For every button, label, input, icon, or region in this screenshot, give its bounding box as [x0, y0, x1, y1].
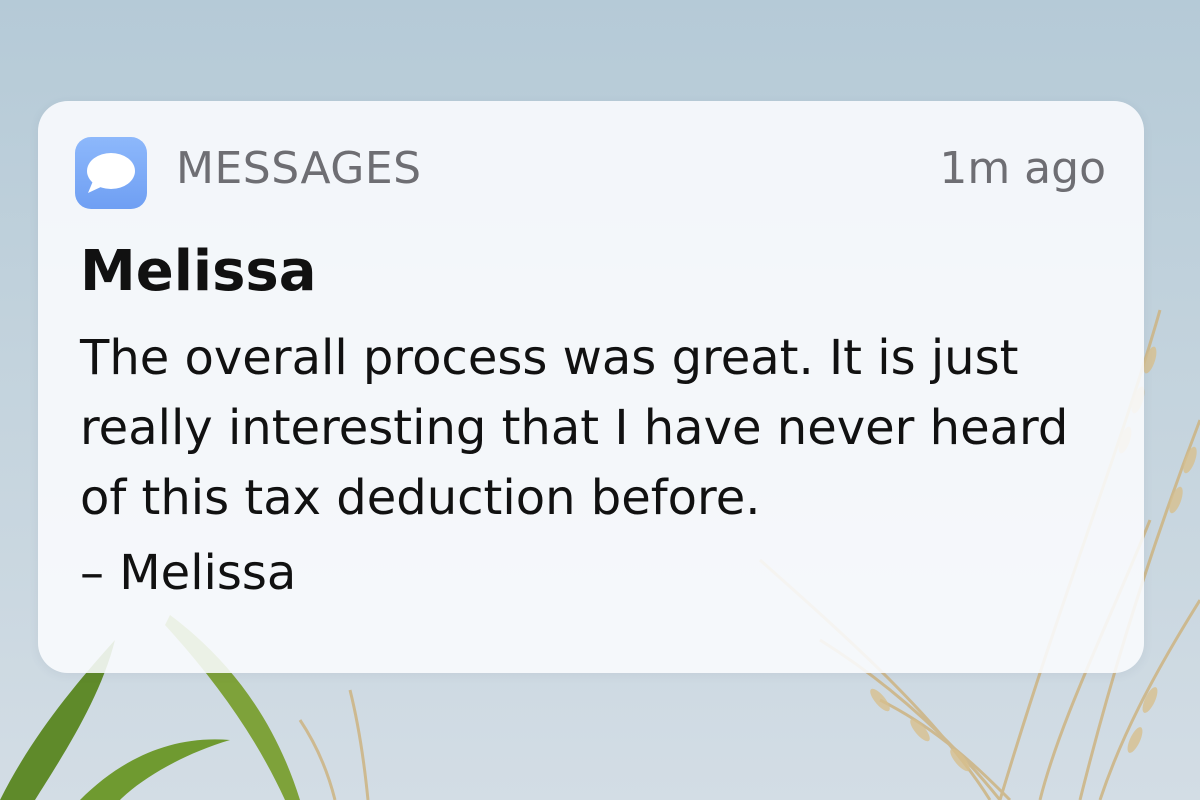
app-name: MESSAGES	[176, 143, 422, 194]
message-notification[interactable]: MESSAGES 1m ago Melissa The overall proc…	[38, 101, 1144, 673]
corn-leaf	[80, 739, 230, 800]
message-signature: – Melissa	[80, 545, 297, 601]
message-body: The overall process was great. It is jus…	[80, 330, 1069, 526]
sender-name: Melissa	[80, 239, 317, 304]
timestamp: 1m ago	[939, 143, 1106, 194]
messages-icon	[75, 137, 147, 209]
